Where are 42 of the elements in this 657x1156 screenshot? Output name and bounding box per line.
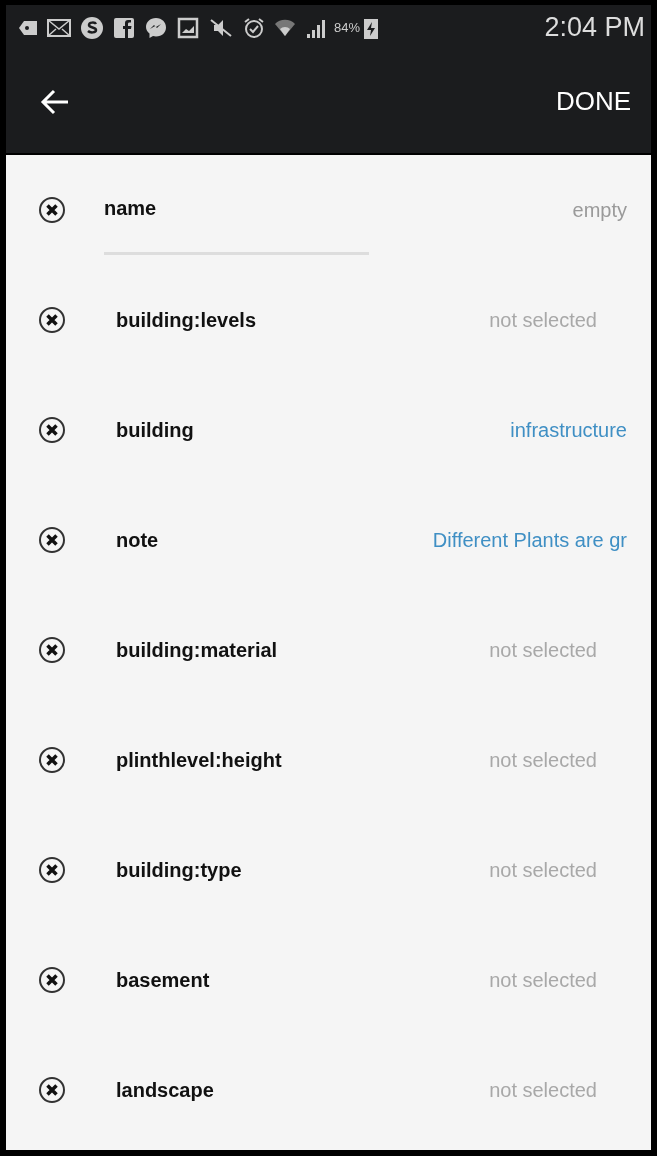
clock-time: 2:04 PM xyxy=(544,12,645,43)
remove-icon[interactable] xyxy=(38,526,66,554)
remove-icon[interactable] xyxy=(38,1076,66,1104)
tag-key: name xyxy=(104,197,157,220)
remove-icon[interactable] xyxy=(38,416,66,444)
chat-s-icon xyxy=(80,15,104,40)
tag-value[interactable]: Different Plants are gr xyxy=(432,528,627,552)
done-button[interactable]: DONE xyxy=(555,82,631,121)
tag-value[interactable]: infrastructure xyxy=(510,418,627,442)
remove-icon[interactable] xyxy=(38,636,66,664)
tag-value[interactable]: not selected xyxy=(489,638,627,662)
name-input-field[interactable]: name xyxy=(104,185,369,255)
tag-key: plinthlevel:height xyxy=(116,748,490,772)
mute-icon xyxy=(208,17,234,38)
messenger-icon xyxy=(144,15,168,40)
remove-icon[interactable] xyxy=(38,856,66,884)
tag-key: building:material xyxy=(116,638,490,662)
tag-key: building:levels xyxy=(116,308,490,332)
alarm-icon xyxy=(243,16,265,39)
remove-icon[interactable] xyxy=(38,196,66,224)
remove-icon[interactable] xyxy=(38,746,66,774)
remove-icon[interactable] xyxy=(38,306,66,334)
tag-value[interactable]: not selected xyxy=(489,1078,627,1102)
battery-percent: 84% xyxy=(334,20,361,35)
tag-key: building:type xyxy=(116,858,490,882)
value-input-field[interactable]: empty xyxy=(369,198,627,222)
tag-value[interactable]: not selected xyxy=(489,858,627,882)
tag-key: basement xyxy=(116,968,490,992)
remove-icon[interactable] xyxy=(38,966,66,994)
social-f-icon xyxy=(113,16,135,39)
tag-key: landscape xyxy=(116,1078,490,1102)
tag-value[interactable]: not selected xyxy=(489,748,627,772)
mail-icon xyxy=(47,18,71,37)
tag-key: building xyxy=(116,418,511,442)
back-arrow-icon[interactable] xyxy=(40,88,70,115)
battery-charging-icon xyxy=(363,16,380,39)
image-icon xyxy=(177,16,199,39)
tag-key: note xyxy=(116,528,433,552)
signal-icon xyxy=(305,17,325,38)
tag-icon xyxy=(18,19,38,36)
tag-value[interactable]: not selected xyxy=(489,968,627,992)
tag-value[interactable]: not selected xyxy=(489,308,627,332)
